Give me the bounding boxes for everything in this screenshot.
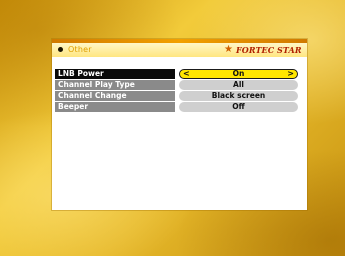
setting-label: Beeper <box>55 102 175 112</box>
settings-panel: Other ★ FORTEC STAR LNB Power < On > Cha… <box>52 39 307 210</box>
settings-list: LNB Power < On > Channel Play Type All C… <box>55 69 298 113</box>
setting-value: On <box>232 69 245 78</box>
chevron-left-icon[interactable]: < <box>183 70 190 78</box>
setting-value[interactable]: Black screen <box>179 91 298 101</box>
page-title: Other <box>68 45 92 54</box>
brand-logo: FORTEC STAR <box>236 45 302 55</box>
setting-label: Channel Play Type <box>55 80 175 90</box>
setting-row-channel-play-type[interactable]: Channel Play Type All <box>55 80 298 90</box>
setting-value[interactable]: Off <box>179 102 298 112</box>
panel-header: Other ★ FORTEC STAR <box>52 43 307 57</box>
setting-row-beeper[interactable]: Beeper Off <box>55 102 298 112</box>
setting-row-channel-change[interactable]: Channel Change Black screen <box>55 91 298 101</box>
chevron-right-icon[interactable]: > <box>287 70 294 78</box>
bullet-icon <box>58 47 63 52</box>
setting-label: LNB Power <box>55 69 175 79</box>
setting-row-lnb-power[interactable]: LNB Power < On > <box>55 69 298 79</box>
setting-label: Channel Change <box>55 91 175 101</box>
setting-value[interactable]: All <box>179 80 298 90</box>
setting-value-selector[interactable]: < On > <box>179 69 298 79</box>
star-icon: ★ <box>224 44 233 55</box>
